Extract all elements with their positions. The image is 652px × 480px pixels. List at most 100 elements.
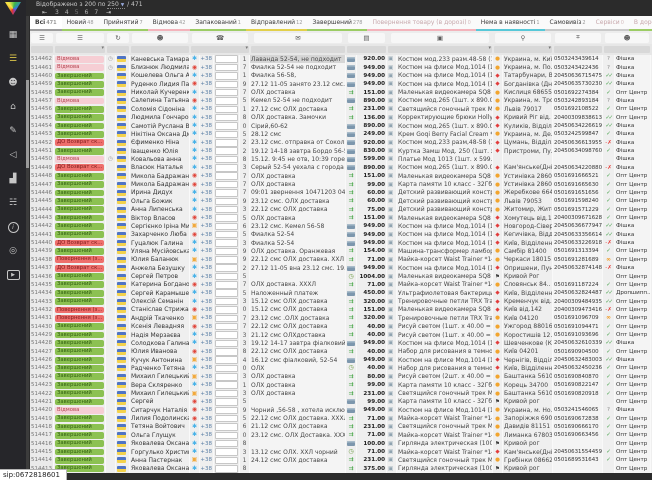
table-row[interactable]: 514429ЗавершенийНадія Мерзаєва✱+38321.12…: [30, 331, 652, 339]
table-row[interactable]: 514435ЗавершенийКатерина Богданова◉+387О…: [30, 281, 652, 289]
order-id-column-icon[interactable]: ☰: [31, 33, 53, 43]
table-row[interactable]: 514430ЗавершенийКсенія Левадняя◉+38722.1…: [30, 323, 652, 331]
phone-input[interactable]: [215, 156, 238, 164]
orders-icon[interactable]: ☰: [0, 47, 26, 71]
phone-input[interactable]: [215, 89, 238, 97]
phone-input[interactable]: [215, 365, 238, 373]
table-row[interactable]: 514444ЗавершенийАнна Липенська✱+38322.12…: [30, 205, 652, 213]
phone-input[interactable]: [215, 223, 238, 231]
phone-column-icon[interactable]: ☎: [192, 33, 247, 43]
table-row[interactable]: 514438Повернення (з...Юлия Баланюк▣+3892…: [30, 256, 652, 264]
first-page-button[interactable]: ⇤: [42, 9, 47, 16]
phone-input[interactable]: [215, 398, 238, 406]
phone-input[interactable]: [215, 289, 238, 297]
table-row[interactable]: 514423ЗавершенийВера Скляренко✱+381ОЛХ д…: [30, 381, 652, 389]
phone-input[interactable]: [215, 214, 238, 222]
tab-В дорозі додому[interactable]: В дорозі додому0: [629, 16, 652, 31]
table-row[interactable]: 514446ЗавершенийИрина Дидух✱+38709:01 зв…: [30, 189, 652, 197]
phone-input[interactable]: [215, 172, 238, 180]
table-row[interactable]: 514415ЗавершенийГоргулько Христина..✱+38…: [30, 448, 652, 456]
phone-input[interactable]: [215, 64, 238, 72]
last-page-button[interactable]: ⇥: [106, 9, 111, 16]
phone-input[interactable]: [215, 465, 238, 473]
dashboard-icon[interactable]: ▦: [0, 23, 26, 47]
tracking-column-icon[interactable]: ⌗: [555, 33, 601, 43]
tab-Новий[interactable]: Новий48: [62, 16, 99, 31]
table-row[interactable]: 514418ЗавершенийТетяна Войтович✱+38621.1…: [30, 423, 652, 431]
phone-input[interactable]: [215, 131, 238, 139]
table-row[interactable]: 514421ЗавершенийСергей◉+38599.00▣Карта п…: [30, 398, 652, 406]
tab-Сервіси[interactable]: Сервіси0: [591, 16, 629, 31]
tab-Запакований[interactable]: Запакований1: [190, 16, 246, 31]
phone-input[interactable]: [215, 147, 238, 155]
tab-Повернення товару (в дорозі)[interactable]: Повернення товару (в дорозі)0: [367, 16, 475, 31]
phone-input[interactable]: [215, 323, 238, 331]
tab-Нема в наявності[interactable]: Нема в наявності1: [476, 16, 545, 31]
table-row[interactable]: 514434ЗавершенийСергей Карамышев✱+385Нал…: [30, 289, 652, 297]
filter-manager[interactable]: [604, 46, 650, 53]
filter-callback[interactable]: [107, 46, 129, 53]
table-row[interactable]: 514447ЗавершенийМикола Бадражан◉+387ОЛХ …: [30, 180, 652, 188]
phone-input[interactable]: [215, 55, 238, 63]
phone-input[interactable]: [215, 407, 238, 415]
table-row[interactable]: 514460ЗавершенийКошелева Ольга Ар..✱+381…: [30, 72, 652, 80]
filter-order-id[interactable]: [31, 46, 53, 53]
phone-input[interactable]: [215, 139, 238, 147]
tab-Завершений[interactable]: Завершений278: [307, 16, 367, 31]
phone-input[interactable]: [215, 198, 238, 206]
phone-input[interactable]: [215, 239, 238, 247]
phone-input[interactable]: [215, 164, 238, 172]
callback-column-icon[interactable]: ↻: [107, 33, 129, 43]
phone-input[interactable]: [215, 432, 238, 440]
filter-client[interactable]: [131, 46, 189, 53]
phone-input[interactable]: [215, 248, 238, 256]
tab-Всі[interactable]: Всі471: [30, 16, 62, 31]
app-logo-icon[interactable]: [5, 2, 21, 15]
table-row[interactable]: 514441ЗавершенийЗахарченко Люба◉+385Фиал…: [30, 231, 652, 239]
support-icon[interactable]: ◎: [0, 239, 26, 263]
phone-input[interactable]: [215, 331, 238, 339]
table-row[interactable]: 514428ЗавершенийСолодкова Галина В..✱+38…: [30, 339, 652, 347]
comment-column-icon[interactable]: ✉: [254, 33, 342, 43]
table-row[interactable]: 514450Відмова◷Ковальова анна✱+38815.12. …: [30, 155, 652, 163]
phone-input[interactable]: [215, 106, 238, 114]
table-row[interactable]: 514451ЗавершенийІващенко Юлія✱+38219.12 …: [30, 147, 652, 155]
table-row[interactable]: 514440ДО Возврат ск...Гуцалюк Галина✱+38…: [30, 239, 652, 247]
info-icon[interactable]: i: [0, 215, 26, 239]
table-row[interactable]: 514459ЗавершенийРуденко Лидия Пав..◉+389…: [30, 80, 652, 88]
client-column-icon[interactable]: ☻: [132, 33, 187, 43]
phone-input[interactable]: [215, 206, 238, 214]
phone-input[interactable]: [215, 281, 238, 289]
warehouse-icon[interactable]: ⌂: [0, 95, 26, 119]
table-row[interactable]: 514416ЗавершенийЯковалева Оксана✱+388100…: [30, 440, 652, 448]
phone-input[interactable]: [215, 81, 238, 89]
table-row[interactable]: 514414ЗавершенийАнна Пастернак▣+38124.12…: [30, 456, 652, 464]
phone-input[interactable]: [215, 340, 238, 348]
phone-input[interactable]: [215, 448, 238, 456]
manager-column-icon[interactable]: ☻: [605, 33, 649, 43]
product-column-icon[interactable]: ▣: [391, 33, 489, 43]
phone-input[interactable]: [215, 381, 238, 389]
phone-input[interactable]: [215, 114, 238, 122]
table-row[interactable]: 514437ДО Возврат ск...Анжела Безушку✱+38…: [30, 264, 652, 272]
table-row[interactable]: 514422ЗавершенийМихаил Гилецький▣+383ОЛХ…: [30, 389, 652, 397]
phone-input[interactable]: [215, 298, 238, 306]
table-row[interactable]: 514456ЗавершенийСоломія Сідоніна✱+38127.…: [30, 105, 652, 113]
phone-input[interactable]: [215, 423, 238, 431]
table-row[interactable]: 514432Повернення (з...Станіслав Стрижак◉…: [30, 306, 652, 314]
filter-tracking[interactable]: [554, 46, 602, 53]
phone-input[interactable]: [215, 273, 238, 281]
table-row[interactable]: 514433ЗавершенийОлексій Семанін✱+38315.1…: [30, 297, 652, 305]
phone-input[interactable]: [215, 457, 238, 465]
table-row[interactable]: 514445ЗавершенийОльга Божик✱+38923.12 см…: [30, 197, 652, 205]
phone-input[interactable]: [215, 315, 238, 323]
table-row[interactable]: 514436ЗавершенийСергей Петров✱+385◷1004.…: [30, 272, 652, 280]
table-row[interactable]: 514458ЗавершенийНиколай Кучеренко✱+387ОЛ…: [30, 88, 652, 96]
table-row[interactable]: 514453ЗавершенийНікітіна Оксана Дми..✱+3…: [30, 130, 652, 138]
settings-icon[interactable]: ☵: [0, 191, 26, 215]
table-row[interactable]: 514425ЗавершенийРадченко Тетяна✱+380ОЛХ◷…: [30, 364, 652, 372]
table-row[interactable]: 514420ВідмоваСитарчук Наталія Гр..◉+389Ч…: [30, 406, 652, 414]
phone-input[interactable]: [215, 390, 238, 398]
table-row[interactable]: 514443ЗавершенийВіктор Власов◉+385ОЛХ до…: [30, 214, 652, 222]
tab-Прийнятий[interactable]: Прийнятий7: [99, 16, 148, 31]
